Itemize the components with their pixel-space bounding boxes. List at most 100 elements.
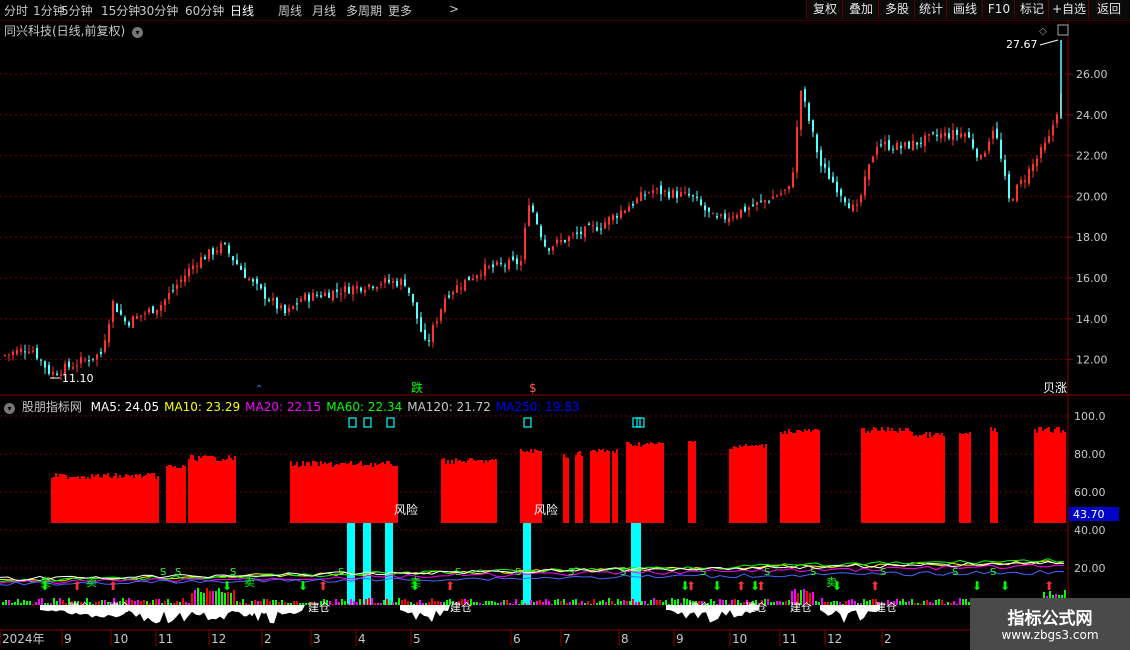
toolbar-button-7[interactable]: +自选 — [1048, 0, 1089, 19]
indicator-bar — [606, 450, 608, 523]
volume-bar — [185, 602, 187, 605]
main-chart-title[interactable]: 同兴科技(日线,前复权) ▾ — [4, 22, 144, 39]
toolbar-button-5[interactable]: F10 — [982, 0, 1015, 19]
toolbar-button-3[interactable]: 统计 — [914, 0, 947, 19]
volume-bar — [665, 600, 667, 605]
candle-body — [384, 278, 386, 283]
volume-bar — [164, 601, 166, 605]
indicator-bar — [463, 461, 465, 523]
candle-body — [556, 239, 558, 244]
volume-bar — [782, 602, 784, 605]
toolbar-button-4[interactable]: 画线 — [946, 0, 983, 19]
candle-body — [480, 274, 482, 276]
indicator-bar — [475, 461, 477, 523]
toolbar-button-0[interactable]: 复权 — [806, 0, 843, 19]
volume-bar — [155, 599, 157, 605]
candle-body — [700, 199, 702, 205]
time-label: 7 — [563, 632, 571, 646]
toolbar-button-6[interactable]: 标记 — [1014, 0, 1049, 19]
candle-body — [508, 259, 510, 270]
candle-body — [744, 206, 746, 212]
toolbar-button-8[interactable]: 返回 — [1088, 0, 1129, 19]
indicator-bar — [636, 446, 638, 523]
period-tab-9[interactable]: 多周期 — [346, 2, 382, 19]
candle-body — [856, 204, 858, 206]
candle-body — [976, 148, 978, 158]
candle-body — [912, 140, 914, 151]
volume-bar — [353, 601, 355, 605]
indicator-name[interactable]: 股朋指标网 — [22, 400, 82, 414]
volume-bar — [911, 599, 913, 605]
volume-bar — [677, 599, 679, 605]
watermark-url: www.zbgs3.com — [1001, 628, 1099, 642]
indicator-bar — [761, 444, 763, 523]
candle-body — [116, 303, 118, 313]
indicator-bar — [491, 459, 493, 523]
candle-body — [16, 349, 18, 355]
volume-bar — [203, 593, 205, 605]
chevron-down-icon[interactable]: ▾ — [132, 27, 144, 38]
indicator-bar — [800, 431, 802, 523]
period-tab-3[interactable]: 15分钟 — [101, 2, 140, 19]
period-tab-0[interactable]: 分时 — [4, 2, 28, 19]
s-label: S — [700, 567, 706, 578]
volume-bar — [248, 604, 250, 605]
toolbar-button-1[interactable]: 叠加 — [842, 0, 879, 19]
chevron-down-icon[interactable]: ▾ — [4, 403, 15, 414]
volume-bar — [212, 591, 214, 605]
volume-bar — [41, 598, 43, 605]
toolbar-button-2[interactable]: 多股 — [878, 0, 915, 19]
indicator-bar — [796, 430, 798, 523]
indicator-bar — [326, 464, 328, 523]
candle-body — [524, 227, 526, 260]
volume-bar — [23, 600, 25, 605]
period-tab-5[interactable]: 60分钟 — [185, 2, 224, 19]
volume-bar — [368, 598, 370, 605]
period-tab-4[interactable]: 30分钟 — [139, 2, 178, 19]
period-tab-1[interactable]: 1分钟 — [33, 2, 65, 19]
candle-body — [672, 189, 674, 198]
candle-body — [84, 359, 86, 361]
volume-bar — [392, 602, 394, 605]
candle-body — [980, 154, 982, 159]
chevron-right-icon[interactable]: > — [449, 2, 459, 16]
volume-bar — [509, 603, 511, 605]
indicator-bar — [879, 431, 881, 523]
volume-bar — [35, 602, 37, 605]
volume-bar — [632, 599, 634, 605]
time-label: 12 — [211, 632, 226, 646]
indicator-bar — [921, 435, 923, 523]
volume-bar — [17, 599, 19, 605]
candle-body — [608, 217, 610, 225]
period-tab-7[interactable]: 周线 — [278, 2, 302, 19]
indicator-bar — [166, 466, 168, 523]
volume-bar — [662, 602, 664, 605]
indicator-bar — [905, 428, 907, 523]
indicator-bar — [634, 445, 636, 523]
s-label: S — [620, 567, 626, 578]
volume-bar — [434, 601, 436, 605]
indicator-bar — [963, 434, 965, 523]
indicator-bar — [1036, 433, 1038, 523]
volume-bar — [773, 602, 775, 605]
period-tab-6[interactable]: 日线 — [230, 2, 254, 19]
indicator-bar — [135, 474, 137, 523]
period-tab-8[interactable]: 月线 — [312, 2, 336, 19]
candle-body — [344, 285, 346, 293]
volume-bar — [251, 601, 253, 605]
period-tab-10[interactable]: 更多 — [388, 2, 412, 19]
candle-body — [120, 310, 122, 315]
indicator-bar — [959, 433, 961, 523]
indicator-bar — [790, 432, 792, 523]
volume-bar — [842, 604, 844, 605]
indicator-bar — [690, 441, 692, 523]
candle-body — [220, 243, 222, 253]
candle-body — [412, 294, 414, 303]
indicator-bar — [306, 462, 308, 523]
period-tab-2[interactable]: 5分钟 — [61, 2, 93, 19]
indicator-bar — [155, 479, 157, 523]
volume-bar — [182, 598, 184, 605]
candle-body — [612, 214, 614, 221]
volume-bar — [506, 600, 508, 605]
white-area — [820, 605, 880, 623]
